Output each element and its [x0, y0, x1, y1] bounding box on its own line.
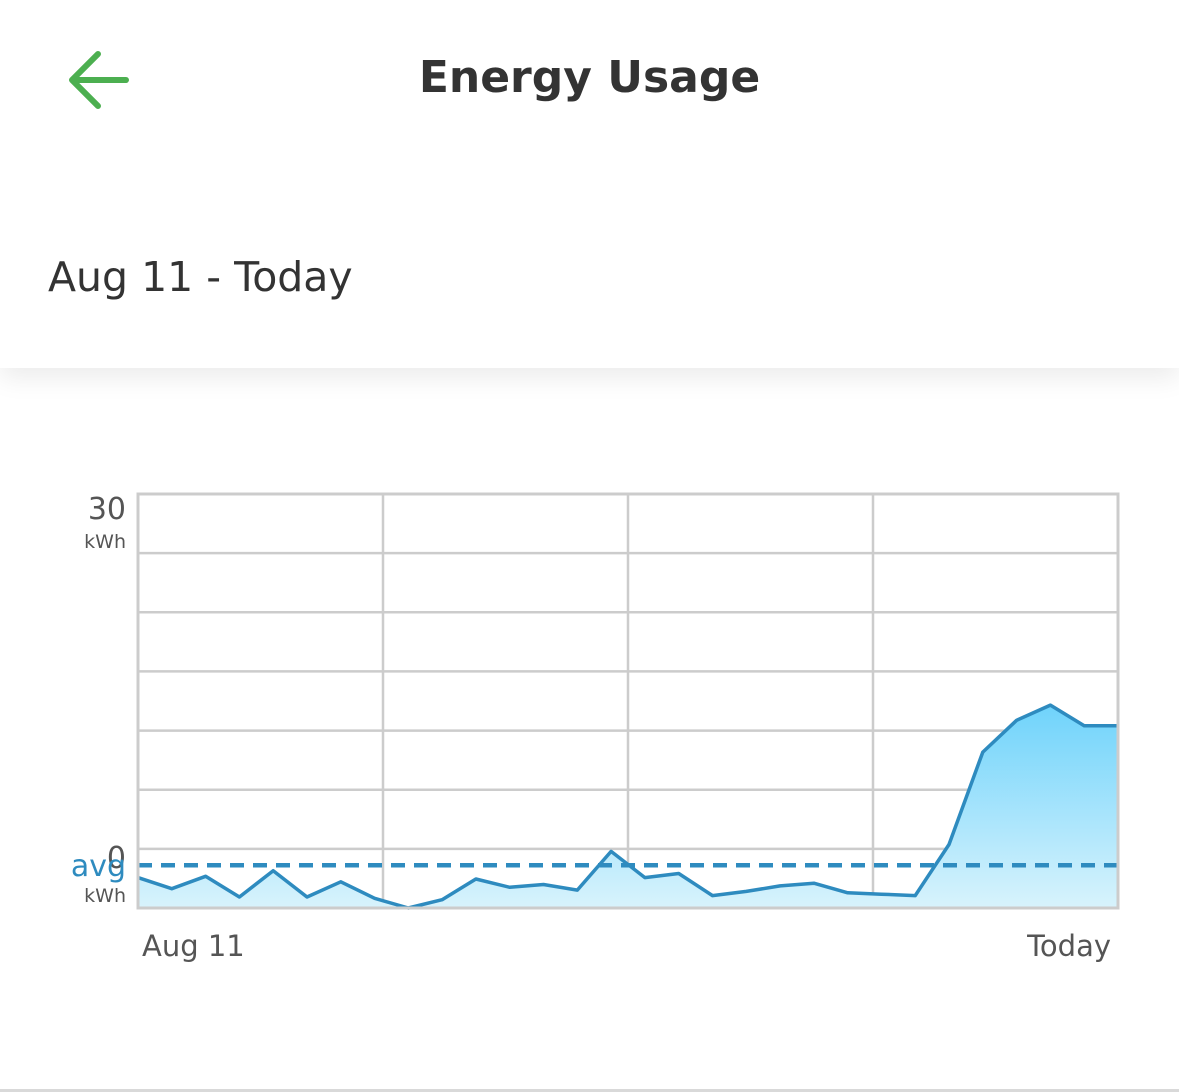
y-axis-top-unit: kWh — [84, 531, 126, 553]
x-axis-start-label: Aug 11 — [142, 929, 245, 963]
x-axis-end-label: Today — [1026, 929, 1111, 963]
y-axis-top-label: 30 — [88, 492, 126, 527]
date-range-label: Aug 11 - Today — [48, 253, 353, 301]
page-title: Energy Usage — [418, 52, 761, 103]
y-axis-bottom-unit: kWh — [84, 885, 126, 907]
header: Energy Usage Aug 11 - Today — [0, 0, 1179, 368]
avg-label: avg — [71, 849, 126, 884]
